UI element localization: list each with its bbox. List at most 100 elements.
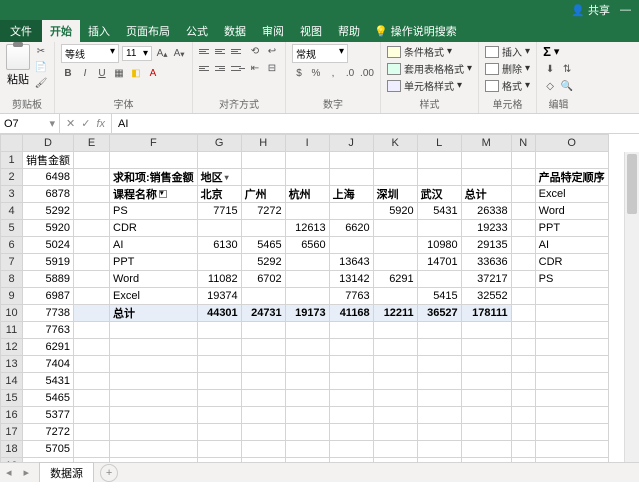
cell-M12[interactable] (461, 339, 511, 356)
cell-J17[interactable] (329, 424, 373, 441)
cell-I13[interactable] (285, 356, 329, 373)
tab-help[interactable]: 帮助 (330, 20, 368, 42)
cell-O13[interactable] (535, 356, 608, 373)
cell-H5[interactable] (241, 220, 285, 237)
col-header-F[interactable]: F (110, 135, 198, 152)
cell-D17[interactable]: 7272 (23, 424, 74, 441)
row-header-12[interactable]: 12 (1, 339, 23, 356)
cell-K15[interactable] (373, 390, 417, 407)
cell-G16[interactable] (197, 407, 241, 424)
cell-E1[interactable] (74, 152, 110, 169)
cell-M6[interactable]: 29135 (461, 237, 511, 254)
cell-K6[interactable] (373, 237, 417, 254)
cell-O8[interactable]: PS (535, 271, 608, 288)
cell-M1[interactable] (461, 152, 511, 169)
col-header-E[interactable]: E (74, 135, 110, 152)
cell-E13[interactable] (74, 356, 110, 373)
cell-H12[interactable] (241, 339, 285, 356)
col-header-G[interactable]: G (197, 135, 241, 152)
cell-E8[interactable] (74, 271, 110, 288)
cell-M16[interactable] (461, 407, 511, 424)
cell-J9[interactable]: 7763 (329, 288, 373, 305)
cell-G14[interactable] (197, 373, 241, 390)
cell-D14[interactable]: 5431 (23, 373, 74, 390)
increase-font-button[interactable]: A▴ (155, 47, 169, 61)
cell-N1[interactable] (511, 152, 535, 169)
cell-O4[interactable]: Word (535, 203, 608, 220)
cell-E10[interactable] (74, 305, 110, 322)
cell-J5[interactable]: 6620 (329, 220, 373, 237)
cell-E17[interactable] (74, 424, 110, 441)
cell-G11[interactable] (197, 322, 241, 339)
cell-G10[interactable]: 44301 (197, 305, 241, 322)
share-button[interactable]: 👤 共享 (571, 2, 610, 18)
cell-M14[interactable] (461, 373, 511, 390)
cell-O17[interactable] (535, 424, 608, 441)
cell-H16[interactable] (241, 407, 285, 424)
cell-N18[interactable] (511, 441, 535, 458)
increase-decimal-button[interactable]: .0 (343, 66, 357, 80)
format-cells-button[interactable]: 格式▾ (485, 78, 530, 93)
cell-E7[interactable] (74, 254, 110, 271)
cell-E2[interactable] (74, 169, 110, 186)
cell-O6[interactable]: AI (535, 237, 608, 254)
cell-M9[interactable]: 32552 (461, 288, 511, 305)
row-header-10[interactable]: 10 (1, 305, 23, 322)
cell-J4[interactable] (329, 203, 373, 220)
cell-O15[interactable] (535, 390, 608, 407)
cell-G13[interactable] (197, 356, 241, 373)
cell-M5[interactable]: 19233 (461, 220, 511, 237)
cell-D7[interactable]: 5919 (23, 254, 74, 271)
cell-I1[interactable] (285, 152, 329, 169)
cell-F14[interactable] (110, 373, 198, 390)
add-sheet-button[interactable]: + (100, 464, 118, 482)
cell-I4[interactable] (285, 203, 329, 220)
cell-D11[interactable]: 7763 (23, 322, 74, 339)
cell-L14[interactable] (417, 373, 461, 390)
cell-G5[interactable] (197, 220, 241, 237)
tab-insert[interactable]: 插入 (80, 20, 118, 42)
cell-F7[interactable]: PPT (110, 254, 198, 271)
cell-styles-button[interactable]: 单元格样式▾ (387, 78, 462, 93)
enter-formula-icon[interactable]: ✓ (81, 117, 90, 130)
cell-K14[interactable] (373, 373, 417, 390)
cell-I7[interactable] (285, 254, 329, 271)
cell-K18[interactable] (373, 441, 417, 458)
col-header-O[interactable]: O (535, 135, 608, 152)
row-header-6[interactable]: 6 (1, 237, 23, 254)
col-header-H[interactable]: H (241, 135, 285, 152)
cell-I5[interactable]: 12613 (285, 220, 329, 237)
cell-E6[interactable] (74, 237, 110, 254)
cell-F8[interactable]: Word (110, 271, 198, 288)
cell-H17[interactable] (241, 424, 285, 441)
cell-F12[interactable] (110, 339, 198, 356)
cell-G9[interactable]: 19374 (197, 288, 241, 305)
cancel-formula-icon[interactable]: ✕ (66, 117, 75, 130)
row-header-3[interactable]: 3 (1, 186, 23, 203)
cell-K1[interactable] (373, 152, 417, 169)
cell-M7[interactable]: 33636 (461, 254, 511, 271)
tell-me-search[interactable]: 💡 操作说明搜索 (374, 23, 457, 42)
cell-D9[interactable]: 6987 (23, 288, 74, 305)
cell-J7[interactable]: 13643 (329, 254, 373, 271)
cell-D15[interactable]: 5465 (23, 390, 74, 407)
format-as-table-button[interactable]: 套用表格格式▾ (387, 61, 472, 76)
decrease-font-button[interactable]: A▾ (172, 47, 186, 61)
row-header-11[interactable]: 11 (1, 322, 23, 339)
cell-F3[interactable]: 课程名称 (110, 186, 198, 203)
cell-N14[interactable] (511, 373, 535, 390)
cell-G4[interactable]: 7715 (197, 203, 241, 220)
cell-M11[interactable] (461, 322, 511, 339)
fill-button[interactable]: ⬇ (543, 62, 557, 76)
cell-I2[interactable] (285, 169, 329, 186)
cell-J11[interactable] (329, 322, 373, 339)
cell-O14[interactable] (535, 373, 608, 390)
find-select-button[interactable]: 🔍 (560, 79, 574, 93)
autosum-button[interactable]: Σ (543, 44, 551, 59)
merge-center-button[interactable]: ⊟ (265, 61, 279, 75)
cell-G3[interactable]: 北京 (197, 186, 241, 203)
filter-icon[interactable] (159, 190, 167, 198)
row-header-9[interactable]: 9 (1, 288, 23, 305)
cell-F9[interactable]: Excel (110, 288, 198, 305)
format-painter-button[interactable]: 🖌 (34, 76, 48, 90)
